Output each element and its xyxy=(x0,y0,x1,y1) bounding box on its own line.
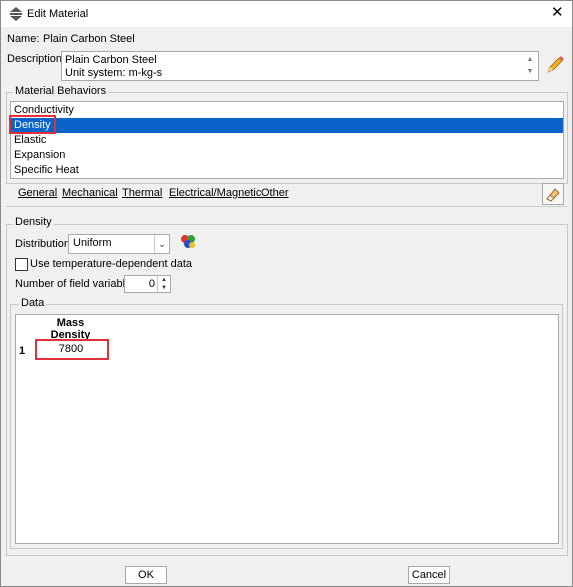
menu-thermal-label: Thermal xyxy=(122,187,163,199)
eraser-icon xyxy=(546,188,560,202)
multicolor-sphere-icon[interactable] xyxy=(180,234,196,250)
data-group-title: Data xyxy=(19,297,47,309)
temperature-dependent-checkbox[interactable] xyxy=(15,258,28,271)
ok-button[interactable]: OK xyxy=(125,566,167,584)
separator xyxy=(6,206,567,207)
column-header-mass-density[interactable]: Mass Density xyxy=(33,317,108,341)
menu-electrical-magnetic[interactable]: Electrical/Magnetic xyxy=(169,187,261,199)
edit-material-dialog: Edit Material ✕ Name: Plain Carbon Steel… xyxy=(0,0,573,587)
behavior-item-expansion[interactable]: Expansion xyxy=(11,148,563,163)
distribution-select[interactable]: Uniform ⌄ xyxy=(68,234,170,254)
material-behaviors-list[interactable]: Conductivity Density Elastic Expansion S… xyxy=(10,101,564,179)
name-label: Name: xyxy=(7,33,40,45)
material-behaviors-title: Material Behaviors xyxy=(13,85,109,97)
row-number: 1 xyxy=(19,345,26,357)
menu-mechanical[interactable]: Mechanical xyxy=(62,187,118,199)
behavior-item-specific-heat[interactable]: Specific Heat xyxy=(11,163,563,178)
description-field[interactable]: Plain Carbon Steel Unit system: m-kg-s ▲… xyxy=(61,51,539,81)
material-name: Plain Carbon Steel xyxy=(43,33,135,45)
eraser-button[interactable] xyxy=(542,183,564,205)
title-bar: Edit Material ✕ xyxy=(1,1,572,27)
window-title: Edit Material xyxy=(27,8,89,20)
menu-other-label: Other xyxy=(261,187,289,199)
temperature-dependent-label: Use temperature-dependent data xyxy=(30,258,193,270)
spin-down-icon[interactable]: ▼ xyxy=(157,284,170,292)
menu-general-label: General xyxy=(18,187,58,199)
menu-other[interactable]: Other xyxy=(261,187,289,199)
behavior-item-elastic[interactable]: Elastic xyxy=(11,133,563,148)
field-variables-value: 0 xyxy=(148,278,155,290)
app-icon xyxy=(10,7,22,21)
header-line-1: Mass xyxy=(56,317,85,329)
scroll-down-icon[interactable]: ▼ xyxy=(524,66,536,78)
highlight-box-density xyxy=(9,115,56,134)
menu-general[interactable]: General xyxy=(18,187,57,199)
description-line-2: Unit system: m-kg-s xyxy=(65,67,163,79)
description-label: Description: xyxy=(7,53,66,65)
menu-mechanical-label: Mechanical xyxy=(62,187,118,199)
highlight-box-mass-density xyxy=(35,339,109,360)
field-variables-spinner[interactable]: 0 ▲ ▼ xyxy=(124,275,171,293)
distribution-label: Distribution: xyxy=(15,238,74,250)
pencil-icon[interactable] xyxy=(544,54,566,76)
description-line-1: Plain Carbon Steel xyxy=(65,54,157,66)
behavior-item-density[interactable]: Density xyxy=(11,118,563,133)
behavior-item-conductivity[interactable]: Conductivity xyxy=(11,103,563,118)
cancel-button[interactable]: Cancel xyxy=(408,566,450,584)
distribution-value: Uniform xyxy=(73,237,112,249)
menu-thermal[interactable]: Thermal xyxy=(122,187,162,199)
close-icon[interactable]: ✕ xyxy=(551,5,564,21)
density-group-title: Density xyxy=(13,216,54,228)
chevron-down-icon[interactable]: ⌄ xyxy=(154,235,169,253)
spin-up-icon[interactable]: ▲ xyxy=(157,276,170,284)
field-variables-label: Number of field variables: xyxy=(15,278,140,290)
menu-electrical-label: Electrical/Magnetic xyxy=(169,187,262,199)
scroll-up-icon[interactable]: ▲ xyxy=(524,54,536,66)
